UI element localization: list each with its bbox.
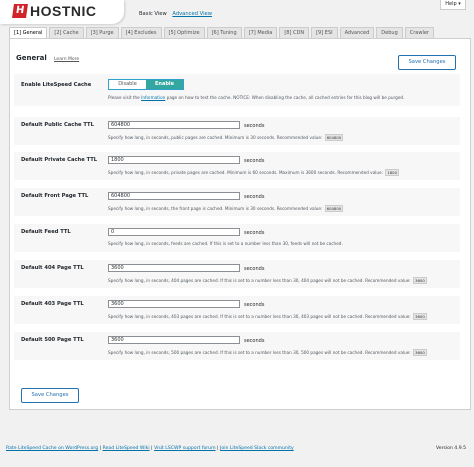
general-settings-panel: General Learn More Save Changes Enable L…	[9, 38, 471, 410]
ttl-500-input[interactable]: 3600	[108, 336, 240, 344]
feed-ttl-input[interactable]: 0	[108, 228, 240, 236]
enable-option[interactable]: Enable	[146, 80, 183, 89]
section-title: General	[16, 54, 47, 62]
basic-view-link[interactable]: Basic View	[139, 11, 167, 17]
recommended-value-badge: 604800	[324, 205, 344, 212]
save-changes-button-bottom[interactable]: Save Changes	[21, 388, 79, 403]
tab-cdn[interactable]: [8] CDN	[279, 27, 310, 38]
setting-enable-cache: Enable LiteSpeed Cache Disable Enable Pl…	[14, 74, 460, 106]
support-forum-link[interactable]: Visit LSCWP support forum	[154, 446, 216, 451]
setting-unit: seconds	[244, 230, 265, 236]
rate-plugin-link[interactable]: Rate LiteSpeed Cache on WordPress.org	[6, 446, 98, 451]
setting-label: Default 500 Page TTL	[21, 337, 84, 343]
help-button[interactable]: Help ▾	[440, 0, 466, 10]
disable-option[interactable]: Disable	[109, 80, 146, 89]
plugin-version: Version 4.9.5	[435, 446, 466, 451]
ttl-403-input[interactable]: 3600	[108, 300, 240, 308]
setting-label: Enable LiteSpeed Cache	[21, 82, 92, 88]
setting-description: Specify how long, in seconds, 500 pages …	[108, 349, 427, 356]
recommended-value-badge: 3600	[413, 313, 427, 320]
tab-purge[interactable]: [3] Purge	[85, 27, 119, 38]
logo-mark: H	[12, 4, 28, 18]
save-changes-button-top[interactable]: Save Changes	[398, 55, 456, 70]
tab-esi[interactable]: [9] ESI	[311, 27, 338, 38]
setting-public-cache-ttl: Default Public Cache TTL 604800 seconds …	[14, 117, 460, 145]
setting-label: Default 404 Page TTL	[21, 265, 84, 271]
setting-front-page-ttl: Default Front Page TTL 604800 seconds Sp…	[14, 188, 460, 216]
setting-unit: seconds	[244, 266, 265, 272]
wiki-link[interactable]: Read LiteSpeed Wiki	[103, 446, 150, 451]
setting-404-page-ttl: Default 404 Page TTL 3600 seconds Specif…	[14, 260, 460, 288]
information-link[interactable]: Information	[141, 95, 165, 100]
learn-more-link[interactable]: Learn More	[54, 57, 79, 62]
footer-links: Rate LiteSpeed Cache on WordPress.org | …	[6, 446, 294, 451]
recommended-value-badge: 1800	[385, 169, 399, 176]
front-page-ttl-input[interactable]: 604800	[108, 192, 240, 200]
setting-unit: seconds	[244, 302, 265, 308]
setting-label: Default Front Page TTL	[21, 193, 89, 199]
cache-toggle: Disable Enable	[108, 79, 184, 90]
recommended-value-badge: 3600	[413, 277, 427, 284]
settings-tabs: [1] General [2] Cache [3] Purge [4] Excl…	[9, 27, 436, 38]
setting-private-cache-ttl: Default Private Cache TTL 1800 seconds S…	[14, 152, 460, 180]
tab-debug[interactable]: Debug	[376, 27, 403, 38]
setting-500-page-ttl: Default 500 Page TTL 3600 seconds Specif…	[14, 332, 460, 360]
tab-excludes[interactable]: [4] Excludes	[120, 27, 162, 38]
tab-tuning[interactable]: [6] Tuning	[206, 27, 242, 38]
setting-unit: seconds	[244, 158, 265, 164]
setting-label: Default Public Cache TTL	[21, 122, 94, 128]
view-switcher: Basic View Advanced View	[139, 11, 216, 17]
setting-description: Specify how long, in seconds, 403 pages …	[108, 313, 427, 320]
logo-text: HOSTNIC	[30, 3, 97, 19]
setting-description: Specify how long, in seconds, private pa…	[108, 169, 399, 176]
recommended-value-badge: 604800	[324, 134, 344, 141]
logo: H HOSTNIC	[0, 0, 124, 24]
setting-description: Please visit the Information page on how…	[108, 95, 405, 100]
setting-label: Default Private Cache TTL	[21, 157, 98, 163]
setting-403-page-ttl: Default 403 Page TTL 3600 seconds Specif…	[14, 296, 460, 324]
setting-description: Specify how long, in seconds, feeds are …	[108, 241, 343, 246]
setting-description: Specify how long, in seconds, the front …	[108, 205, 344, 212]
setting-unit: seconds	[244, 194, 265, 200]
tab-advanced[interactable]: Advanced	[339, 27, 375, 38]
setting-unit: seconds	[244, 338, 265, 344]
private-ttl-input[interactable]: 1800	[108, 156, 240, 164]
setting-description: Specify how long, in seconds, 404 pages …	[108, 277, 427, 284]
setting-feed-ttl: Default Feed TTL 0 seconds Specify how l…	[14, 224, 460, 252]
setting-unit: seconds	[244, 123, 265, 129]
recommended-value-badge: 3600	[413, 349, 427, 356]
tab-optimize[interactable]: [5] Optimize	[163, 27, 205, 38]
ttl-404-input[interactable]: 3600	[108, 264, 240, 272]
tab-cache[interactable]: [2] Cache	[49, 27, 84, 38]
slack-community-link[interactable]: Join LiteSpeed Slack community	[220, 446, 294, 451]
setting-description: Specify how long, in seconds, public pag…	[108, 134, 344, 141]
public-ttl-input[interactable]: 604800	[108, 121, 240, 129]
setting-label: Default 403 Page TTL	[21, 301, 84, 307]
top-header: H HOSTNIC Basic View Advanced View Help …	[0, 0, 474, 26]
tab-general[interactable]: [1] General	[9, 27, 48, 38]
tab-media[interactable]: [7] Media	[243, 27, 278, 38]
advanced-view-link[interactable]: Advanced View	[172, 11, 212, 17]
tab-crawler[interactable]: Crawler	[404, 27, 434, 38]
setting-label: Default Feed TTL	[21, 229, 71, 235]
